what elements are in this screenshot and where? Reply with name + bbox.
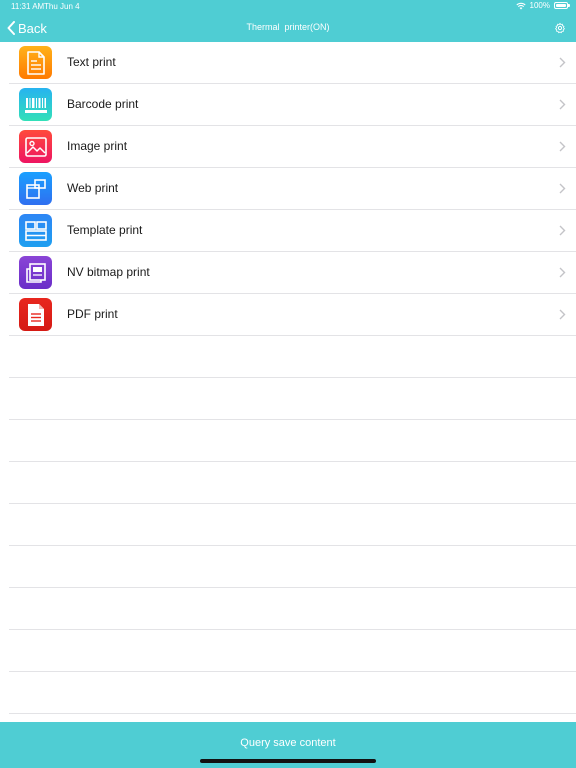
menu-item-label: Image print	[67, 139, 128, 153]
footer-label: Query save content	[240, 737, 336, 749]
empty-row	[9, 504, 576, 546]
chevron-right-icon	[559, 57, 566, 68]
home-indicator	[200, 759, 376, 763]
empty-row	[9, 378, 576, 420]
image-icon	[19, 130, 52, 163]
empty-row	[9, 462, 576, 504]
battery-percent: 100%	[529, 1, 550, 10]
chevron-right-icon	[559, 309, 566, 320]
status-bar: 11:31 AM Thu Jun 4 100%	[0, 0, 576, 14]
status-date: Thu Jun 4	[44, 2, 80, 11]
menu-item-label: Barcode print	[67, 97, 139, 111]
menu-item-nv-bitmap-print[interactable]: NV bitmap print	[9, 252, 576, 294]
empty-row	[9, 630, 576, 672]
menu-item-text-print[interactable]: Text print	[9, 42, 576, 84]
chevron-right-icon	[559, 225, 566, 236]
battery-icon	[554, 2, 570, 9]
menu-item-label: PDF print	[67, 307, 118, 321]
bitmap-icon	[19, 256, 52, 289]
empty-row	[9, 336, 576, 378]
chevron-right-icon	[559, 183, 566, 194]
empty-row	[9, 420, 576, 462]
chevron-right-icon	[559, 99, 566, 110]
empty-row	[9, 588, 576, 630]
empty-row	[9, 672, 576, 714]
barcode-icon	[19, 88, 52, 121]
menu-item-label: NV bitmap print	[67, 265, 150, 279]
page-title: Thermal printer(ON)	[246, 22, 330, 32]
chevron-right-icon	[559, 141, 566, 152]
gear-icon[interactable]	[554, 22, 566, 34]
navigation-bar: Back Thermal printer(ON)	[0, 14, 576, 42]
menu-item-image-print[interactable]: Image print	[9, 126, 576, 168]
status-time: 11:31 AM	[11, 2, 45, 11]
menu-item-pdf-print[interactable]: PDF print	[9, 294, 576, 336]
chevron-right-icon	[559, 267, 566, 278]
menu-item-label: Text print	[67, 55, 116, 69]
pdf-icon	[19, 298, 52, 331]
template-icon	[19, 214, 52, 247]
status-right: 100%	[515, 1, 570, 10]
menu-item-web-print[interactable]: Web print	[9, 168, 576, 210]
text-document-icon	[19, 46, 52, 79]
empty-row	[9, 546, 576, 588]
menu-item-template-print[interactable]: Template print	[9, 210, 576, 252]
menu-item-label: Template print	[67, 223, 143, 237]
print-menu-list: Text print Barcode print Image print Web…	[0, 42, 576, 714]
menu-item-label: Web print	[67, 181, 119, 195]
wifi-icon	[515, 2, 526, 9]
web-window-icon	[19, 172, 52, 205]
menu-item-barcode-print[interactable]: Barcode print	[9, 84, 576, 126]
